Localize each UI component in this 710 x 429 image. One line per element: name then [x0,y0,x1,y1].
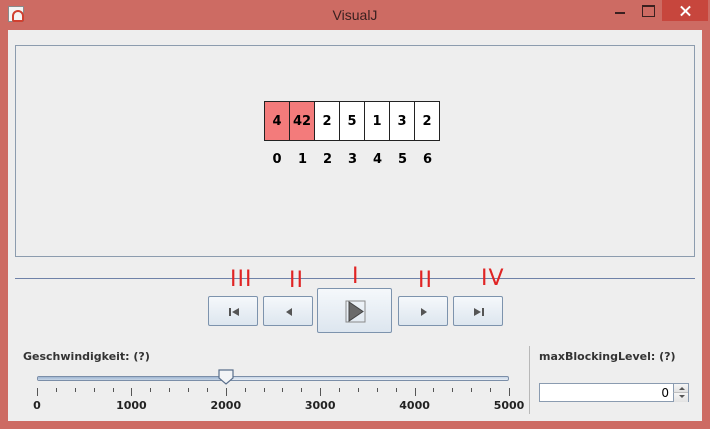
speed-tick-label: 0 [33,399,41,412]
array-index: 0 [272,152,282,167]
minimize-button[interactable] [606,0,634,21]
speed-tick-label: 1000 [116,399,147,412]
next-step-button[interactable] [398,296,448,326]
step-forward-icon [421,308,427,316]
array-cell: 42 [289,101,315,141]
speed-tick-label: 2000 [210,399,242,412]
speed-label[interactable]: Geschwindigkeit: (?) [23,350,150,363]
minor-tick [433,388,435,392]
title-bar[interactable]: VisualJ [0,0,710,30]
array-index: 2 [322,152,333,167]
array-cell: 3 [389,101,415,141]
play-button[interactable] [317,288,392,333]
array-cell: 2 [314,101,340,141]
array-cell: 1 [364,101,390,141]
max-blocking-level-label[interactable]: maxBlockingLevel: (?) [539,350,676,363]
minor-tick [339,388,341,392]
minor-tick [93,388,95,392]
skip-to-start-icon [229,308,239,316]
array-cell: 2 [414,101,440,141]
annotation-previous: II [289,268,304,293]
spinner-up-button[interactable] [673,384,688,393]
last-step-button[interactable] [453,296,503,326]
app-window: VisualJ 4 42 2 5 1 3 2 0 1 2 3 4 5 6 III… [0,0,710,429]
minor-tick [244,388,246,392]
annotation-last: IV [481,266,505,291]
minor-tick [282,388,284,392]
speed-slider-ticks [37,388,510,396]
speed-slider-track[interactable] [37,376,509,381]
minor-tick [263,388,265,392]
minor-tick [471,388,473,392]
minor-tick [357,388,359,392]
major-tick [131,388,133,396]
window-title: VisualJ [332,7,378,23]
speed-tick-label: 4000 [399,399,430,412]
minor-tick [452,388,454,392]
speed-slider-thumb[interactable] [218,369,234,385]
first-step-button[interactable] [208,296,258,326]
close-button[interactable] [662,0,708,21]
array-cells: 4 42 2 5 1 3 2 [264,101,440,141]
annotation-first: III [230,267,253,292]
minor-tick [55,388,57,392]
array-index: 1 [297,152,308,167]
minor-tick [188,388,190,392]
annotation-next: II [418,268,433,293]
array-cell: 4 [264,101,290,141]
vertical-separator [529,346,530,414]
minor-tick [206,388,208,392]
step-back-icon [286,308,292,316]
minor-tick [74,388,76,392]
array-index: 6 [422,152,433,167]
array-indices: 0 1 2 3 4 5 6 [264,152,440,167]
visualization-panel: 4 42 2 5 1 3 2 0 1 2 3 4 5 6 [15,45,695,257]
array-cell: 5 [339,101,365,141]
minor-tick [169,388,171,392]
maximize-button[interactable] [634,0,662,21]
play-icon [345,300,366,323]
minor-tick [301,388,303,392]
spinner-down-button[interactable] [673,393,688,402]
max-blocking-level-spinner[interactable]: 0 [539,383,689,402]
minor-tick [490,388,492,392]
array-index: 5 [397,152,408,167]
minor-tick [150,388,152,392]
spinner-value[interactable]: 0 [661,386,669,400]
content-pane: 4 42 2 5 1 3 2 0 1 2 3 4 5 6 III II I II [8,30,702,421]
array-index: 3 [347,152,358,167]
major-tick [225,388,227,396]
speed-slider-fill [38,377,226,380]
speed-tick-label: 3000 [304,399,336,412]
major-tick [37,388,38,396]
major-tick [320,388,322,396]
skip-to-end-icon [474,308,484,316]
minor-tick [112,388,114,392]
speed-tick-label: 5000 [493,399,525,412]
array-index: 4 [372,152,383,167]
annotation-play: I [352,264,360,289]
previous-step-button[interactable] [263,296,313,326]
major-tick [414,388,416,396]
minor-tick [376,388,378,392]
minor-tick [395,388,397,392]
major-tick [509,388,510,396]
